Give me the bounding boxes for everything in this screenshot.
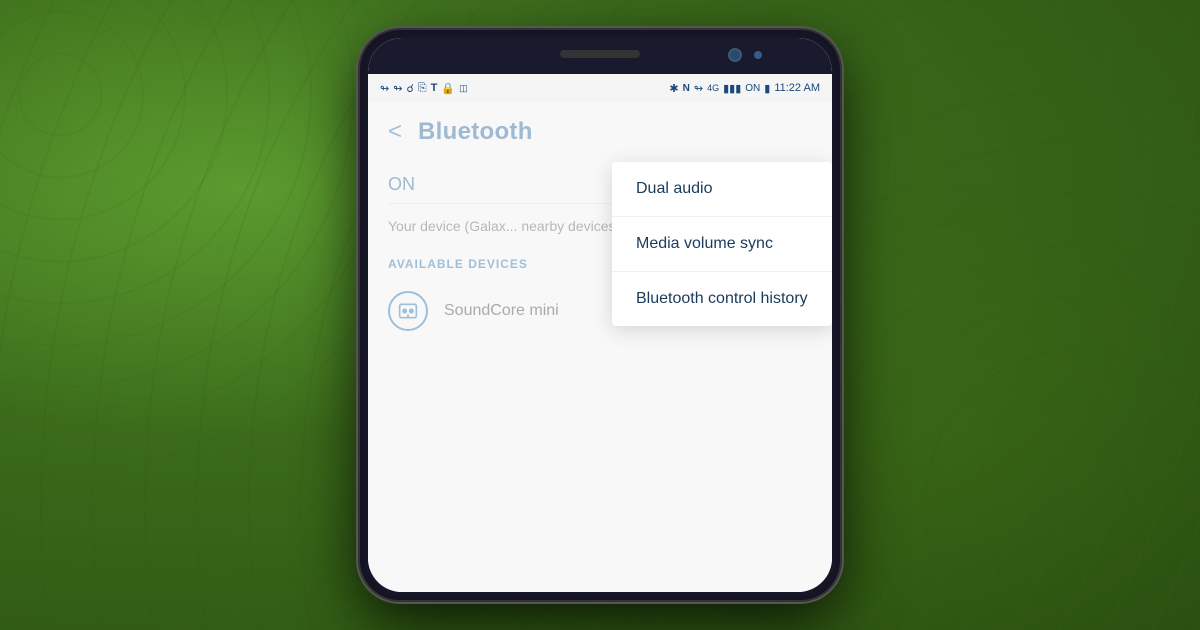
battery-icon: ▮ bbox=[764, 82, 770, 95]
battery-level: ON bbox=[745, 83, 760, 94]
data-icon: ◫ bbox=[459, 83, 468, 94]
wifi2-icon: ↬ bbox=[393, 82, 402, 95]
status-right-icons: ✱ N ↬ 4G ▮▮▮ ON ▮ 11:22 AM bbox=[669, 82, 820, 95]
clock: 11:22 AM bbox=[774, 82, 820, 94]
phone-screen: ↬ ↬ ☌ ⎘ T 🔒 ◫ ✱ N ↬ 4G ▮▮▮ ON ▮ 11:22 AM bbox=[368, 38, 832, 592]
dropdown-item-control-history[interactable]: Bluetooth control history bbox=[612, 272, 832, 326]
nfc-icon: N bbox=[683, 83, 690, 94]
wifi-status-icon: ↬ bbox=[694, 82, 703, 95]
notch-area bbox=[368, 38, 832, 74]
content-overlay bbox=[368, 102, 612, 592]
shield-icon: ☌ bbox=[406, 82, 413, 95]
front-camera bbox=[728, 48, 742, 62]
4g-icon: 4G bbox=[707, 83, 719, 93]
lock-icon: 🔒 bbox=[441, 82, 455, 95]
dropdown-item-media-volume[interactable]: Media volume sync bbox=[612, 217, 832, 272]
wifi-icon: ↬ bbox=[380, 82, 389, 95]
app-content: < Bluetooth ON Your device (Galax... nea… bbox=[368, 102, 832, 592]
status-bar: ↬ ↬ ☌ ⎘ T 🔒 ◫ ✱ N ↬ 4G ▮▮▮ ON ▮ 11:22 AM bbox=[368, 74, 832, 102]
phone-frame: ↬ ↬ ☌ ⎘ T 🔒 ◫ ✱ N ↬ 4G ▮▮▮ ON ▮ 11:22 AM bbox=[360, 30, 840, 600]
tmobile-icon: T bbox=[431, 82, 438, 94]
signal-bars-icon: ▮▮▮ bbox=[723, 82, 741, 95]
proximity-sensor bbox=[754, 51, 762, 59]
sim-icon: ⎘ bbox=[418, 82, 427, 95]
dropdown-menu: Dual audio Media volume sync Bluetooth c… bbox=[612, 162, 832, 326]
dropdown-item-dual-audio[interactable]: Dual audio bbox=[612, 162, 832, 217]
bluetooth-status-icon: ✱ bbox=[669, 82, 678, 95]
status-left-icons: ↬ ↬ ☌ ⎘ T 🔒 ◫ bbox=[380, 82, 669, 95]
phone-wrapper: ↬ ↬ ☌ ⎘ T 🔒 ◫ ✱ N ↬ 4G ▮▮▮ ON ▮ 11:22 AM bbox=[340, 20, 860, 610]
speaker-grille bbox=[560, 50, 640, 58]
